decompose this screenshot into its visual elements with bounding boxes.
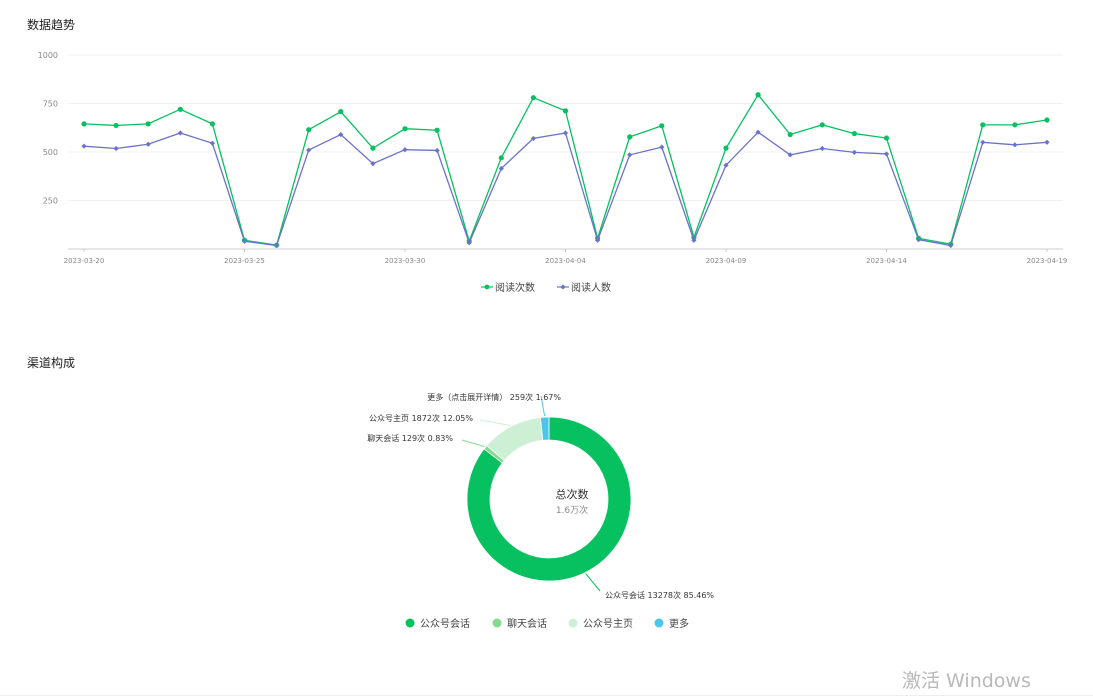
legend-dot	[492, 618, 502, 628]
legend-label: 聊天会话	[507, 617, 547, 630]
donut-center-value: 1.6万次	[556, 504, 588, 516]
legend-label: 更多	[669, 617, 689, 630]
slice-label: 公众号会话 13278次 85.46%	[605, 590, 714, 600]
legend-label: 公众号主页	[583, 618, 633, 630]
label-leader-line	[585, 573, 601, 592]
windows-activation-watermark: 激活 Windows	[902, 670, 1031, 692]
slice-label: 聊天会话 129次 0.83%	[367, 433, 453, 443]
bottom-divider	[0, 695, 1093, 696]
legend-dot	[568, 618, 578, 628]
legend-label: 公众号会话	[420, 617, 470, 630]
label-leader-line	[479, 419, 511, 426]
legend-dot	[654, 618, 664, 628]
channel-donut-chart: 总次数 1.6万次公众号会话 13278次 85.46% 聊天会话 129次 0.8…	[367, 392, 714, 630]
label-leader-line	[461, 439, 485, 448]
legend-dot	[405, 618, 415, 628]
slice-label: 公众号主页 1872次 12.05%	[369, 413, 473, 423]
donut-center-title: 总次数	[556, 487, 589, 501]
slice-label: 更多（点击展开详情） 259次 1.67%	[427, 392, 561, 402]
